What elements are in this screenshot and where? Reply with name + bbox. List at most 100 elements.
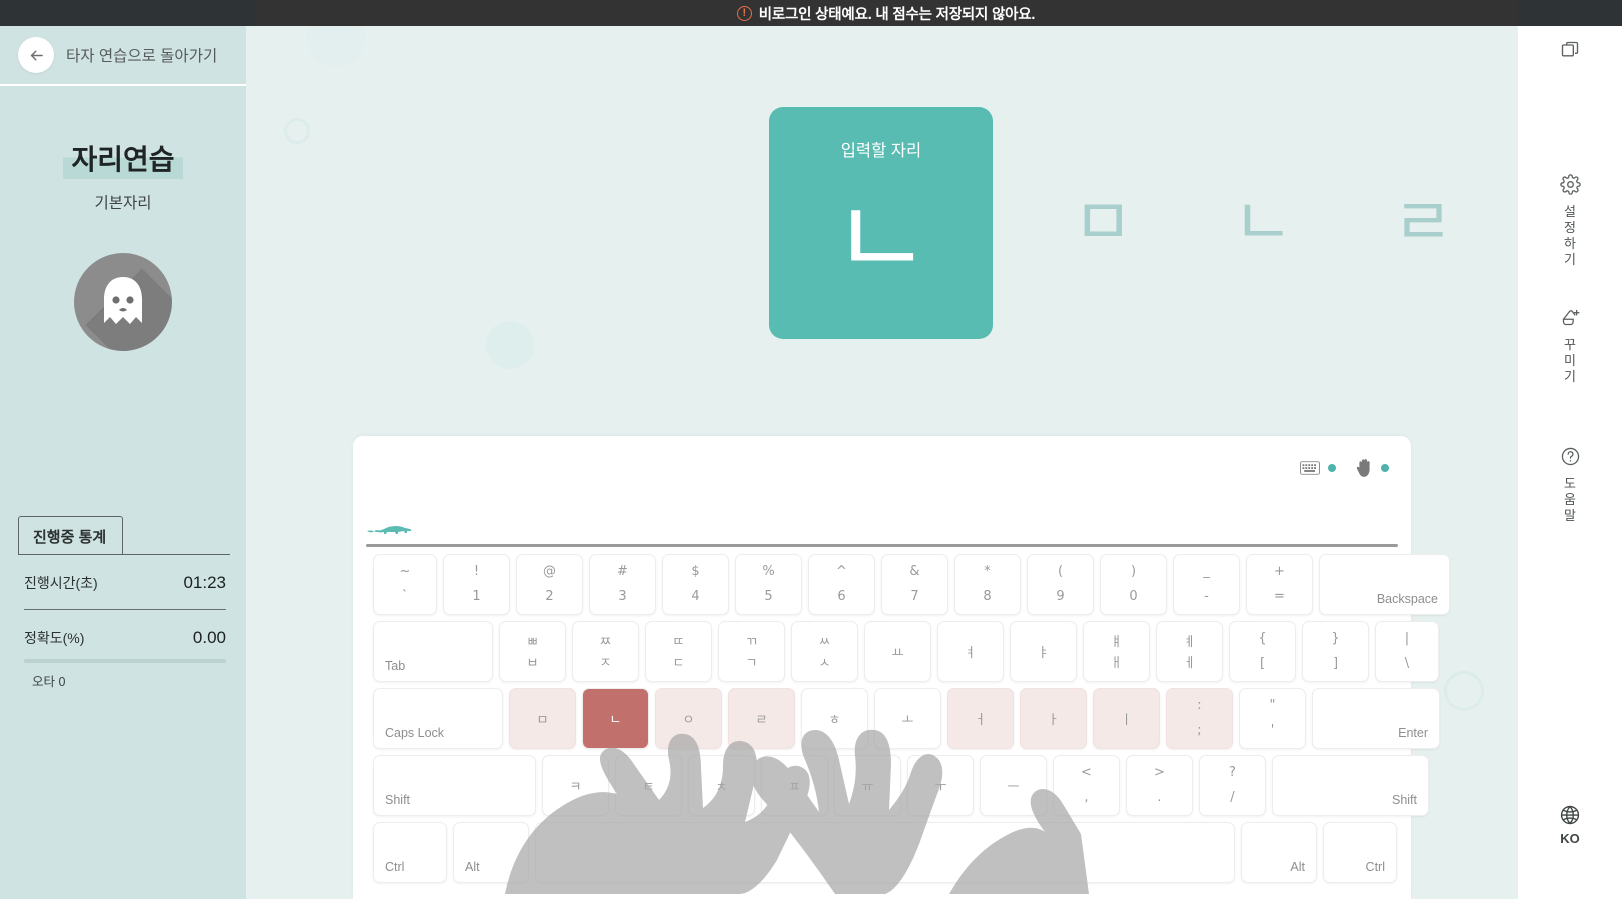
key-ㅗ[interactable]: ㅗ xyxy=(874,688,941,749)
key-upper-label: < xyxy=(1081,765,1092,780)
key-'[interactable]: " ' xyxy=(1239,688,1306,749)
key-label: ㅗ xyxy=(901,713,914,728)
key-ㅏ[interactable]: ㅏ xyxy=(1020,688,1087,749)
key-backspace[interactable]: Backspace xyxy=(1319,554,1450,615)
key-label: Ctrl xyxy=(385,860,405,874)
key-ㄱ[interactable]: ㄲㄱ xyxy=(718,621,785,682)
stat-row-time: 진행시간(초) 01:23 xyxy=(18,555,230,593)
key-4[interactable]: $4 xyxy=(662,554,729,615)
settings-button[interactable]: 설정하기 xyxy=(1518,174,1622,267)
key-5[interactable]: % 5 xyxy=(735,554,802,615)
key-ㅔ[interactable]: ㅖㅔ xyxy=(1156,621,1223,682)
key-8[interactable]: * 8 xyxy=(954,554,1021,615)
key-ㅂ[interactable]: ㅃㅂ xyxy=(499,621,566,682)
keyboard-row: ~ `! 1 @2 #3 $4% 5 ^ 6 & 7 * 8(9) 0 _ - + = Backspace xyxy=(373,554,1450,615)
key-[[interactable]: {[ xyxy=(1229,621,1296,682)
key-lower-label: ; xyxy=(1197,723,1202,738)
key-caps-lock[interactable]: Caps Lock xyxy=(373,688,503,749)
key-ㄹ[interactable]: ㄹ xyxy=(728,688,795,749)
help-button[interactable]: 도움말 xyxy=(1518,446,1622,524)
key-\[interactable]: | \ xyxy=(1375,621,1439,682)
topbar-right-filler xyxy=(1517,0,1622,26)
keyboard-rows: ~ `! 1 @2 #3 $4% 5 ^ 6 & 7 * 8(9) 0 _ - + = Backspace Tab ㅃㅂ… xyxy=(373,554,1450,889)
key-ㅊ[interactable]: ㅊ xyxy=(688,755,755,816)
keyboard-visibility-toggle[interactable] xyxy=(1300,460,1336,475)
question-circle-icon xyxy=(1561,447,1579,466)
key-lower-label: ㅂ xyxy=(526,656,539,671)
key-6[interactable]: ^ 6 xyxy=(808,554,875,615)
key-.[interactable]: >. xyxy=(1126,755,1193,816)
key-/[interactable]: ? / xyxy=(1199,755,1266,816)
key-ㅑ[interactable]: ㅑ xyxy=(1010,621,1077,682)
key-1[interactable]: ! 1 xyxy=(443,554,510,615)
key-ㅛ[interactable]: ㅛ xyxy=(864,621,931,682)
key-][interactable]: }] xyxy=(1302,621,1369,682)
key-9[interactable]: (9 xyxy=(1027,554,1094,615)
key-ㅋ[interactable]: ㅋ xyxy=(542,755,609,816)
upcoming-char: ㄴ xyxy=(1232,184,1294,261)
key-upper-label: } xyxy=(1331,631,1340,646)
stat-label-accuracy: 정확도(%) xyxy=(24,630,85,647)
key-=[interactable]: + = xyxy=(1246,554,1313,615)
key-ㅣ[interactable]: ㅣ xyxy=(1093,688,1160,749)
key-label: Backspace xyxy=(1376,592,1438,606)
key-2[interactable]: @2 xyxy=(516,554,583,615)
key-3[interactable]: #3 xyxy=(589,554,656,615)
key-ㅁ[interactable]: ㅁ xyxy=(509,688,576,749)
key-upper-label: % xyxy=(762,564,775,579)
window-toggle-button[interactable] xyxy=(1518,40,1622,60)
key-ㅅ[interactable]: ㅆㅅ xyxy=(791,621,858,682)
key-ㅡ[interactable]: ㅡ xyxy=(980,755,1047,816)
key-label: ㄴ xyxy=(609,713,622,728)
key-space[interactable] xyxy=(535,822,1235,883)
key-0[interactable]: ) 0 xyxy=(1100,554,1167,615)
key-ㅈ[interactable]: ㅉㅈ xyxy=(572,621,639,682)
accuracy-progress-bar xyxy=(24,659,226,664)
stats-tab[interactable]: 진행중 통계 xyxy=(18,516,124,555)
key-ㅌ[interactable]: ㅌ xyxy=(615,755,682,816)
key-label: ㅏ xyxy=(1047,713,1060,728)
language-item[interactable]: KO xyxy=(1518,804,1622,846)
key-alt[interactable]: Alt xyxy=(453,822,529,883)
key-label: ㅁ xyxy=(536,713,549,728)
key-lower-label: 7 xyxy=(910,589,919,604)
key-ㅜ[interactable]: ㅜ xyxy=(907,755,974,816)
keyboard-toggle-dot[interactable] xyxy=(1328,463,1336,472)
key-ㅓ[interactable]: ㅓ xyxy=(947,688,1014,749)
key-ㄷ[interactable]: ㄸㄷ xyxy=(645,621,712,682)
language-button[interactable]: KO xyxy=(1518,804,1622,846)
key-ctrl[interactable]: Ctrl xyxy=(373,822,447,883)
key-lower-label: ] xyxy=(1332,656,1339,671)
key-ㅠ[interactable]: ㅠ xyxy=(834,755,901,816)
key-;[interactable]: :; xyxy=(1166,688,1233,749)
hands-visibility-toggle[interactable] xyxy=(1356,458,1389,477)
key-shift[interactable]: Shift xyxy=(1272,755,1429,816)
key-ㅕ[interactable]: ㅕ xyxy=(937,621,1004,682)
key-`[interactable]: ~ ` xyxy=(373,554,437,615)
help-item[interactable]: 도움말 xyxy=(1518,446,1622,524)
key-tab[interactable]: Tab xyxy=(373,621,493,682)
key-shift[interactable]: Shift xyxy=(373,755,536,816)
key-ㅎ[interactable]: ㅎ xyxy=(801,688,868,749)
hand-toggle-dot[interactable] xyxy=(1381,463,1389,472)
key-lower-label: \ xyxy=(1404,656,1410,671)
key-,[interactable]: <, xyxy=(1053,755,1120,816)
key-ctrl[interactable]: Ctrl xyxy=(1323,822,1397,883)
key-7[interactable]: & 7 xyxy=(881,554,948,615)
key-enter[interactable]: Enter xyxy=(1312,688,1440,749)
deco-circle-2 xyxy=(306,26,366,66)
key-ㄴ[interactable]: ㄴ xyxy=(582,688,649,749)
key-ㅐ[interactable]: ㅒㅐ xyxy=(1083,621,1150,682)
key--[interactable]: _ - xyxy=(1173,554,1240,615)
decorate-button[interactable]: 꾸미기 xyxy=(1518,307,1622,385)
key-ㅇ[interactable]: ㅇ xyxy=(655,688,722,749)
key-upper-label: * xyxy=(984,564,991,579)
key-ㅍ[interactable]: ㅍ xyxy=(761,755,828,816)
upcoming-char: ㄹ xyxy=(1392,184,1454,261)
back-to-practice-button[interactable]: 타자 연습으로 돌아가기 xyxy=(0,26,246,86)
keyboard-icon xyxy=(1300,460,1320,475)
help-label: 도움말 xyxy=(1564,476,1576,523)
key-upper-label: " xyxy=(1269,698,1276,713)
key-alt[interactable]: Alt xyxy=(1241,822,1317,883)
keyboard-row: Tab ㅃㅂㅉㅈㄸㄷㄲㄱㅆㅅㅛㅕㅑㅒㅐㅖㅔ{[}] | \ xyxy=(373,621,1439,682)
